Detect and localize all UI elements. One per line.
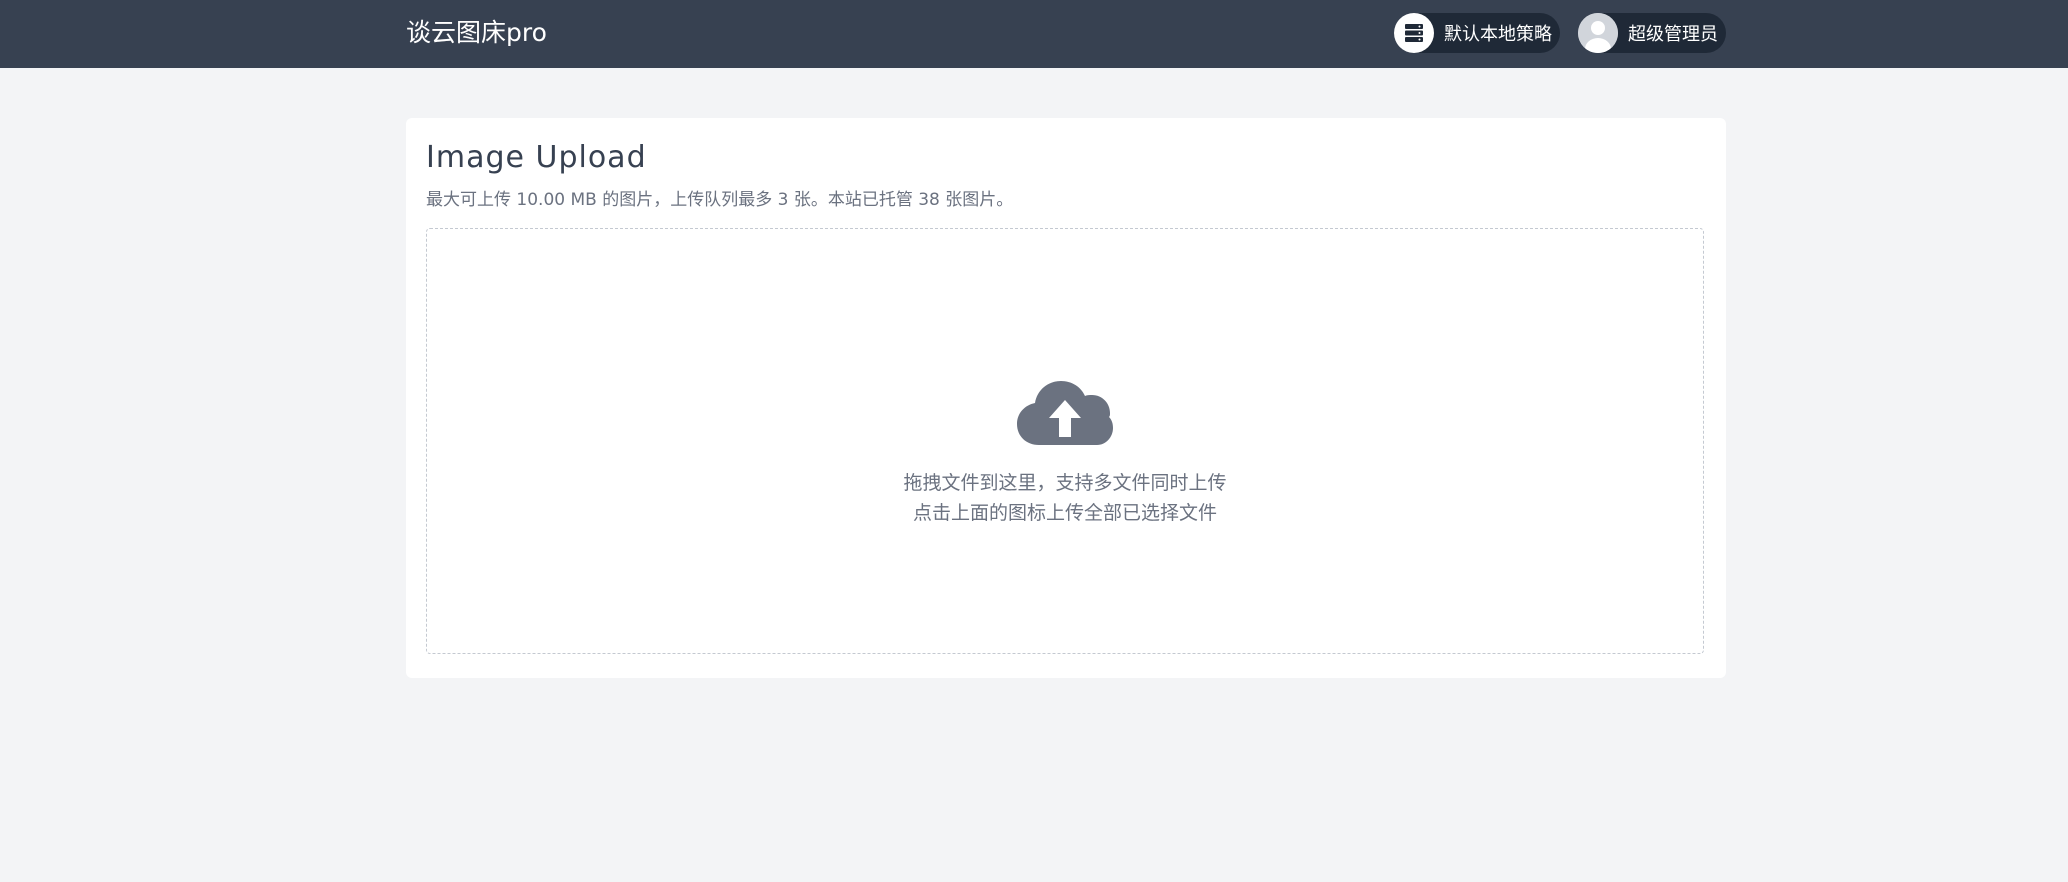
site-brand[interactable]: 谈云图床pro bbox=[406, 17, 547, 49]
storage-strategy-label: 默认本地策略 bbox=[1444, 24, 1552, 45]
navbar-container: 谈云图床pro 默认本地策略 超级管理员 bbox=[406, 0, 1726, 68]
upload-limits-text: 最大可上传 10.00 MB 的图片，上传队列最多 3 张。本站已托管 38 张… bbox=[426, 190, 1014, 210]
server-icon bbox=[1394, 13, 1434, 53]
cloud-upload-icon[interactable] bbox=[1017, 379, 1113, 447]
dropzone-hint-line2: 点击上面的图标上传全部已选择文件 bbox=[912, 502, 1217, 524]
page-title: Image Upload bbox=[426, 140, 647, 175]
storage-strategy-button[interactable]: 默认本地策略 bbox=[1394, 13, 1560, 53]
avatar bbox=[1578, 13, 1618, 53]
user-menu-button[interactable]: 超级管理员 bbox=[1578, 13, 1726, 53]
dropzone-hint-line1: 拖拽文件到这里，支持多文件同时上传 bbox=[903, 472, 1227, 494]
file-dropzone[interactable]: 拖拽文件到这里，支持多文件同时上传 点击上面的图标上传全部已选择文件 bbox=[426, 228, 1704, 654]
user-name-label: 超级管理员 bbox=[1628, 24, 1718, 45]
image-upload-card: Image Upload 最大可上传 10.00 MB 的图片，上传队列最多 3… bbox=[406, 118, 1726, 678]
top-navbar: 谈云图床pro 默认本地策略 超级管理员 bbox=[0, 0, 2068, 68]
